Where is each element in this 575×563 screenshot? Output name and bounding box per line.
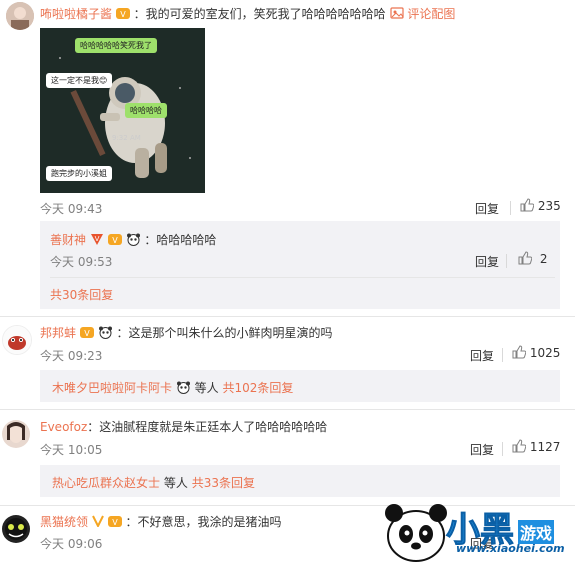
sub-reply-summary: 热心吃瓜群众赵女士 等人 共33条回复: [52, 474, 255, 491]
comment-line: 咘啦啦橘子酱 V ：我的可爱的室友们，笑死我了哈哈哈哈哈哈哈 评论配图: [40, 5, 455, 23]
watermark-sub-text: 游戏: [518, 520, 555, 544]
others-label: 等人: [163, 476, 188, 490]
panda-icon: [126, 233, 141, 249]
svg-text:V: V: [94, 235, 99, 243]
svg-text:V: V: [112, 236, 118, 245]
comment-text: ：不好意思，我涂的是猪油吗: [125, 515, 282, 529]
panda-logo-icon: [385, 504, 447, 562]
panda-icon: [98, 326, 113, 342]
username-link[interactable]: 善财神: [50, 233, 86, 247]
svg-text:V: V: [84, 329, 90, 338]
divider: [0, 316, 575, 317]
thumbs-up-icon: [512, 345, 527, 362]
vip-badge-icon: V: [115, 7, 130, 23]
username-link[interactable]: 木唯夕巴啦啦阿卡阿卡: [52, 381, 172, 395]
vip-badge-icon: V: [107, 515, 122, 531]
divider: [0, 409, 575, 410]
avatar[interactable]: [6, 2, 34, 30]
comment-text: ：这是那个叫朱什么的小鲜肉明星演的吗: [116, 326, 333, 340]
chat-bubble: 哈哈哈哈哈笑死我了: [75, 38, 157, 53]
comment-time: 今天 09:06: [40, 537, 103, 551]
avatar-image: [2, 515, 30, 543]
avatar[interactable]: [2, 515, 30, 543]
thumbs-up-icon: [520, 198, 535, 215]
vip-badge-icon: V: [79, 326, 94, 342]
panda-icon: [176, 381, 191, 397]
reply-button[interactable]: 回复: [475, 200, 499, 217]
like-button[interactable]: 2: [518, 251, 547, 268]
vip-badge-icon: V: [107, 233, 122, 249]
comment-image[interactable]: 哈哈哈哈哈笑死我了 这一定不是我😊 哈哈哈哈 9:32 AM 跑完步的小溪姐: [40, 28, 205, 193]
divider: [506, 254, 507, 268]
svg-text:V: V: [120, 10, 126, 19]
comment-image-link[interactable]: 评论配图: [407, 7, 455, 21]
thumbs-up-icon: [512, 439, 527, 456]
avatar-image: [6, 2, 34, 30]
watermark-url: www.xiaohei.com: [456, 542, 565, 555]
verified-badge-icon: [91, 515, 104, 530]
thumbs-up-icon: [518, 251, 533, 268]
comment-time: 今天 09:43: [40, 202, 103, 216]
comment-line: 黑猫统领 V ：不好意思，我涂的是猪油吗: [40, 513, 282, 531]
divider: [502, 348, 503, 362]
username-link[interactable]: Eveofoz: [40, 420, 87, 434]
chat-bubble: 这一定不是我😊: [46, 73, 113, 88]
comment-time: 今天 10:05: [40, 443, 103, 457]
username-link[interactable]: 黑猫统领: [40, 515, 88, 529]
divider: [50, 277, 555, 278]
comment-line: 邦邦蚌 V ：这是那个叫朱什么的小鲜肉明星演的吗: [40, 324, 333, 342]
comment-time: 今天 09:53: [50, 255, 113, 269]
verified-badge-icon: V: [90, 233, 104, 249]
chat-time: 9:32 AM: [112, 134, 141, 142]
sub-reply-summary: 木唯夕巴啦啦阿卡阿卡 等人 共102条回复: [52, 379, 293, 397]
comment-line: Eveofoz：这油腻程度就是朱正廷本人了哈哈哈哈哈哈: [40, 418, 327, 435]
image-icon: [389, 7, 404, 22]
divider: [510, 201, 511, 215]
svg-text:V: V: [112, 518, 118, 527]
comment-text: ：哈哈哈哈哈: [144, 233, 217, 247]
others-label: 等人: [194, 381, 219, 395]
view-replies-link[interactable]: 共30条回复: [50, 286, 113, 303]
reply-button[interactable]: 回复: [475, 253, 499, 270]
view-replies-link[interactable]: 共102条回复: [223, 381, 294, 395]
like-button[interactable]: 235: [520, 198, 561, 215]
like-count: 1025: [529, 346, 561, 360]
like-count: 235: [537, 199, 561, 213]
divider: [502, 442, 503, 456]
view-replies-link[interactable]: 共33条回复: [192, 476, 255, 490]
like-count: 1127: [529, 440, 561, 454]
avatar-image: [3, 326, 31, 354]
chat-bubble: 哈哈哈哈: [125, 103, 167, 118]
comment-time: 今天 09:23: [40, 349, 103, 363]
reply-button[interactable]: 回复: [470, 347, 494, 364]
avatar[interactable]: [2, 420, 30, 448]
chat-bubble: 跑完步的小溪姐: [46, 166, 112, 181]
site-watermark: 小黑 游戏 www.xiaohei.com: [380, 496, 575, 563]
avatar[interactable]: [2, 325, 32, 355]
username-link[interactable]: 咘啦啦橘子酱: [40, 7, 112, 21]
like-button[interactable]: 1127: [512, 439, 560, 456]
username-link[interactable]: 热心吃瓜群众赵女士: [52, 476, 160, 490]
sub-comment-line: 善财神 V V ：哈哈哈哈哈: [50, 231, 216, 249]
like-button[interactable]: 1025: [512, 345, 560, 362]
username-link[interactable]: 邦邦蚌: [40, 326, 76, 340]
reply-button[interactable]: 回复: [470, 441, 494, 458]
comment-text: ：我的可爱的室友们，笑死我了哈哈哈哈哈哈哈: [133, 7, 386, 21]
avatar-image: [2, 420, 30, 448]
like-count: 2: [539, 252, 548, 266]
comment-text: ：这油腻程度就是朱正廷本人了哈哈哈哈哈哈: [87, 420, 328, 434]
